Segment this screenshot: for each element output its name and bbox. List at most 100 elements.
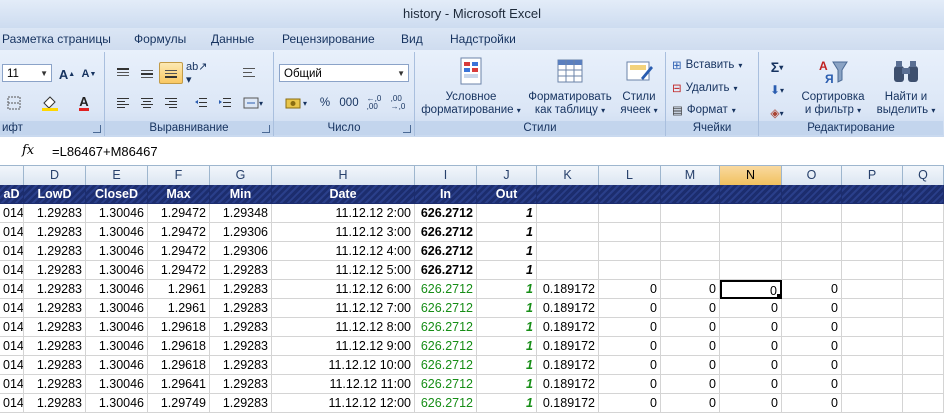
cell[interactable]: 1.29283 bbox=[24, 204, 86, 223]
font-size-combo[interactable]: 11 ▼ bbox=[2, 64, 52, 82]
borders-button[interactable] bbox=[2, 92, 26, 114]
cell[interactable]: 1.30046 bbox=[86, 204, 148, 223]
cell[interactable]: 0 bbox=[661, 337, 720, 356]
cell[interactable]: 1.29283 bbox=[24, 280, 86, 299]
column-header-E[interactable]: E bbox=[86, 166, 148, 185]
align-center-button[interactable] bbox=[135, 92, 159, 114]
cell[interactable]: 1.29618 bbox=[148, 337, 210, 356]
fill-color-button[interactable] bbox=[34, 92, 66, 114]
cell[interactable]: 1 bbox=[477, 337, 537, 356]
cell[interactable]: 1.29283 bbox=[210, 299, 272, 318]
cell[interactable]: 626.2712 bbox=[415, 356, 477, 375]
cell[interactable]: 0.189172 bbox=[537, 280, 599, 299]
cell[interactable]: 014 bbox=[0, 299, 24, 318]
conditional-formatting-button[interactable]: Условное форматирование ▾ bbox=[417, 56, 525, 117]
cell[interactable]: 0.189172 bbox=[537, 356, 599, 375]
cell[interactable] bbox=[903, 337, 944, 356]
cell[interactable]: 1.29283 bbox=[24, 242, 86, 261]
format-as-table-button[interactable]: Форматировать как таблицу ▾ bbox=[525, 56, 615, 117]
cell[interactable]: 014 bbox=[0, 280, 24, 299]
cell[interactable] bbox=[903, 299, 944, 318]
header-cell[interactable] bbox=[599, 185, 661, 204]
dialog-launcher-icon[interactable] bbox=[262, 125, 270, 133]
cell[interactable] bbox=[842, 356, 903, 375]
cell[interactable]: 1.29472 bbox=[148, 204, 210, 223]
cell[interactable] bbox=[720, 242, 782, 261]
cell[interactable] bbox=[661, 223, 720, 242]
cell[interactable]: 0 bbox=[661, 356, 720, 375]
cell[interactable]: 11.12.12 12:00 bbox=[272, 394, 415, 413]
font-color-button[interactable]: A bbox=[68, 92, 100, 114]
cell[interactable] bbox=[782, 223, 842, 242]
cell[interactable]: 0.189172 bbox=[537, 394, 599, 413]
column-header-G[interactable]: G bbox=[210, 166, 272, 185]
tab-addins[interactable]: Надстройки bbox=[450, 28, 516, 50]
cell[interactable] bbox=[599, 223, 661, 242]
orientation-button[interactable]: ab↗ ▾ bbox=[185, 61, 217, 86]
accounting-format-button[interactable]: ▾ bbox=[279, 92, 313, 114]
sort-filter-button[interactable]: АЯ Сортировка и фильтр ▾ bbox=[795, 56, 871, 117]
cell[interactable]: 0 bbox=[599, 299, 661, 318]
cell[interactable]: 626.2712 bbox=[415, 299, 477, 318]
cell[interactable]: 1.30046 bbox=[86, 318, 148, 337]
cell[interactable]: 0 bbox=[782, 318, 842, 337]
cell[interactable] bbox=[903, 261, 944, 280]
cell[interactable]: 0.189172 bbox=[537, 337, 599, 356]
tab-data[interactable]: Данные bbox=[211, 28, 254, 50]
cell[interactable]: 1 bbox=[477, 375, 537, 394]
cell[interactable]: 1.30046 bbox=[86, 375, 148, 394]
cell[interactable]: 1.29283 bbox=[24, 223, 86, 242]
cell[interactable]: 626.2712 bbox=[415, 242, 477, 261]
column-header-Q[interactable]: Q bbox=[903, 166, 944, 185]
header-cell[interactable] bbox=[661, 185, 720, 204]
cell[interactable]: 1 bbox=[477, 261, 537, 280]
find-select-button[interactable]: Найти и выделить ▾ bbox=[871, 56, 941, 117]
cell[interactable]: 1.30046 bbox=[86, 223, 148, 242]
align-middle-button[interactable] bbox=[135, 62, 159, 84]
cell[interactable]: 0 bbox=[599, 318, 661, 337]
header-cell[interactable] bbox=[720, 185, 782, 204]
cell[interactable]: 1.30046 bbox=[86, 299, 148, 318]
cell[interactable] bbox=[842, 223, 903, 242]
cell[interactable]: 0 bbox=[599, 356, 661, 375]
cell[interactable]: 11.12.12 2:00 bbox=[272, 204, 415, 223]
cell[interactable] bbox=[842, 204, 903, 223]
shrink-font-button[interactable]: A ▼ bbox=[78, 63, 100, 85]
cell[interactable]: 626.2712 bbox=[415, 318, 477, 337]
cell[interactable]: 1.30046 bbox=[86, 337, 148, 356]
wrap-text-button[interactable] bbox=[237, 62, 261, 84]
cell[interactable] bbox=[903, 394, 944, 413]
cell[interactable] bbox=[903, 242, 944, 261]
cell[interactable] bbox=[661, 204, 720, 223]
cell[interactable] bbox=[661, 242, 720, 261]
cell[interactable]: 0 bbox=[661, 280, 720, 299]
column-header-partial[interactable] bbox=[0, 166, 24, 185]
cell[interactable]: 1.29283 bbox=[24, 299, 86, 318]
cell[interactable]: 0 bbox=[661, 299, 720, 318]
cell[interactable]: 626.2712 bbox=[415, 223, 477, 242]
cell[interactable] bbox=[842, 280, 903, 299]
cell[interactable]: 014 bbox=[0, 223, 24, 242]
cell[interactable]: 1 bbox=[477, 223, 537, 242]
cell[interactable] bbox=[537, 223, 599, 242]
formula-input[interactable]: =L86467+M86467 bbox=[52, 144, 158, 159]
fx-icon[interactable]: fx bbox=[22, 143, 34, 158]
header-cell[interactable] bbox=[842, 185, 903, 204]
column-header-K[interactable]: K bbox=[537, 166, 599, 185]
cell[interactable]: 014 bbox=[0, 204, 24, 223]
cell[interactable]: 1 bbox=[477, 242, 537, 261]
cell[interactable] bbox=[537, 242, 599, 261]
fill-button[interactable]: ⬇ ▾ bbox=[763, 79, 791, 101]
cell[interactable]: 1 bbox=[477, 318, 537, 337]
column-header-L[interactable]: L bbox=[599, 166, 661, 185]
cell[interactable]: 014 bbox=[0, 356, 24, 375]
cell[interactable]: 1.29283 bbox=[210, 337, 272, 356]
cell[interactable]: 014 bbox=[0, 337, 24, 356]
dialog-launcher-icon[interactable] bbox=[93, 125, 101, 133]
header-cell[interactable] bbox=[782, 185, 842, 204]
thousands-button[interactable]: 000 bbox=[336, 92, 362, 114]
cell[interactable]: 626.2712 bbox=[415, 375, 477, 394]
active-cell[interactable]: 0 bbox=[720, 280, 782, 299]
column-header-M[interactable]: M bbox=[661, 166, 720, 185]
cell[interactable]: 0 bbox=[661, 375, 720, 394]
